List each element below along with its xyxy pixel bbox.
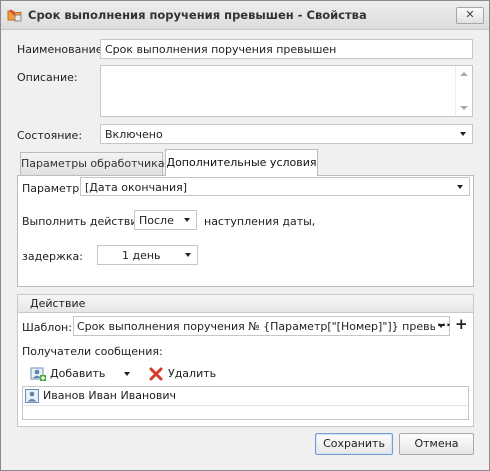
param-value: [Дата окончания] (85, 181, 188, 194)
action-group-body: Шаблон: Срок выполнения поручения № {Пар… (17, 313, 474, 427)
action-group-header: Действие (17, 294, 474, 313)
delete-recipient-label: Удалить (168, 367, 217, 380)
conditions-panel: Параметр: [Дата окончания] Выполнить дей… (17, 175, 474, 287)
recipients-list: Иванов Иван Иванович (22, 386, 469, 420)
add-recipient-label: Добавить (50, 367, 106, 380)
chevron-down-icon (185, 253, 191, 257)
param-label: Параметр: (22, 182, 83, 195)
user-icon (25, 389, 39, 403)
chevron-down-icon[interactable] (124, 372, 130, 376)
description-label: Описание: (17, 71, 78, 84)
when-dropdown[interactable]: После (134, 210, 197, 230)
tab-additional-conditions[interactable]: Дополнительные условия (165, 149, 318, 176)
param-dropdown[interactable]: [Дата окончания] (80, 177, 470, 196)
action-suffix-label: наступления даты, (204, 215, 316, 228)
chevron-down-icon (184, 218, 190, 222)
chevron-down-icon (457, 185, 463, 189)
chevron-down-icon (460, 132, 466, 136)
delete-recipient-button[interactable]: Удалить (149, 365, 219, 383)
action-group-title: Действие (30, 297, 86, 310)
when-value: После (139, 214, 174, 227)
recipients-label: Получатели сообщения: (22, 345, 163, 358)
state-value: Включено (105, 128, 163, 141)
add-user-icon (30, 367, 46, 381)
delay-value: 1 день (122, 249, 161, 262)
add-template-button[interactable]: + (455, 315, 468, 333)
tab-handler-params[interactable]: Параметры обработчика (20, 152, 165, 175)
window-title: Срок выполнения поручения превышен - Сво… (28, 8, 367, 22)
ellipsis-button[interactable]: ··· (437, 318, 451, 332)
delay-dropdown[interactable]: 1 день (97, 245, 198, 265)
close-button[interactable]: ✕ (456, 7, 484, 24)
recipient-name: Иванов Иван Иванович (43, 389, 176, 402)
delay-label: задержка: (22, 250, 83, 263)
save-button[interactable]: Сохранить (315, 433, 393, 455)
name-value: Срок выполнения поручения превышен (105, 43, 337, 56)
properties-window: Срок выполнения поручения превышен - Сво… (0, 0, 490, 471)
template-label: Шаблон: (22, 321, 72, 334)
state-label: Состояние: (17, 129, 83, 142)
name-label: Наименование: (17, 43, 107, 56)
description-field[interactable] (100, 65, 473, 117)
description-scrollbar[interactable] (455, 66, 472, 116)
state-dropdown[interactable]: Включено (100, 124, 473, 144)
title-bar: Срок выполнения поручения превышен - Сво… (1, 1, 489, 30)
scroll-up-icon[interactable] (460, 72, 468, 76)
folder-settings-icon (7, 9, 22, 22)
list-item[interactable]: Иванов Иван Иванович (23, 387, 468, 406)
template-value: Срок выполнения поручения № {Параметр["[… (77, 320, 450, 333)
name-field[interactable]: Срок выполнения поручения превышен (100, 39, 473, 59)
delete-icon (149, 367, 163, 381)
action-prefix-label: Выполнить действие (22, 215, 145, 228)
add-recipient-button[interactable]: Добавить (30, 365, 134, 383)
template-dropdown[interactable]: Срок выполнения поручения № {Параметр["[… (73, 316, 450, 336)
cancel-button[interactable]: Отмена (399, 433, 474, 455)
scroll-down-icon[interactable] (460, 106, 468, 110)
